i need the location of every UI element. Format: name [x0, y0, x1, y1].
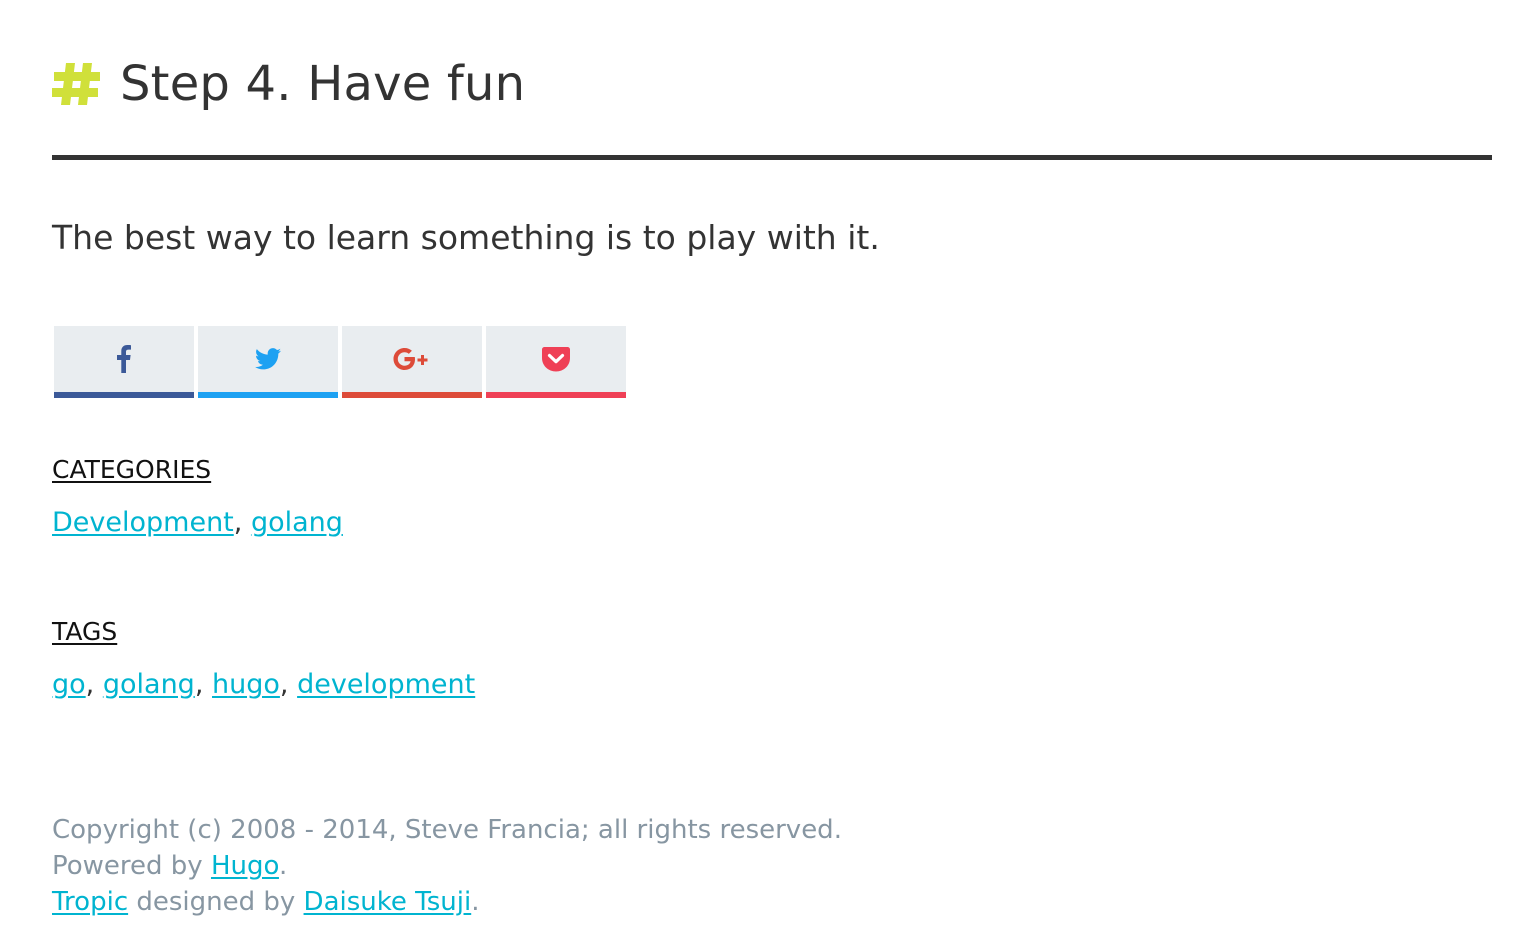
site-footer: Copyright (c) 2008 - 2014, Steve Francia…	[52, 812, 842, 920]
post-body-text: The best way to learn something is to pl…	[52, 218, 880, 257]
share-facebook-button[interactable]	[54, 326, 194, 398]
list-separator: ,	[194, 669, 204, 700]
category-link-development[interactable]: Development	[52, 507, 234, 538]
tag-link-golang[interactable]: golang	[103, 669, 195, 700]
share-buttons	[54, 326, 626, 398]
powered-by-text: Powered by	[52, 851, 211, 881]
list-separator: ,	[85, 669, 95, 700]
heading-divider	[52, 155, 1492, 160]
tropic-theme-link[interactable]: Tropic	[52, 887, 128, 917]
post-heading: Step 4. Have fun	[52, 52, 525, 116]
tag-link-hugo[interactable]: hugo	[212, 669, 280, 700]
page-title: Step 4. Have fun	[120, 56, 526, 112]
tag-link-development[interactable]: development	[297, 669, 475, 700]
facebook-icon	[117, 345, 131, 373]
list-separator: ,	[233, 507, 243, 538]
tags-heading: TAGS	[52, 617, 118, 646]
hugo-link[interactable]: Hugo	[211, 851, 279, 881]
share-pocket-button[interactable]	[486, 326, 626, 398]
tags-list: go, golang, hugo, development	[52, 669, 475, 700]
twitter-icon	[255, 348, 281, 370]
designer-link[interactable]: Daisuke Tsuji	[304, 887, 472, 917]
share-google-plus-button[interactable]	[342, 326, 482, 398]
hash-icon	[52, 59, 102, 109]
pocket-icon	[542, 346, 570, 372]
list-separator: ,	[279, 669, 289, 700]
categories-list: Development, golang	[52, 507, 343, 538]
share-twitter-button[interactable]	[198, 326, 338, 398]
category-link-golang[interactable]: golang	[251, 507, 343, 538]
tag-link-go[interactable]: go	[52, 669, 86, 700]
designed-by-text: designed by	[128, 887, 304, 917]
powered-by-line: Powered by Hugo.	[52, 848, 842, 884]
period: .	[278, 851, 288, 881]
copyright-text: Copyright (c) 2008 - 2014, Steve Francia…	[52, 815, 842, 845]
categories-heading: CATEGORIES	[52, 455, 212, 484]
google-plus-icon	[392, 346, 432, 372]
period: .	[471, 887, 480, 917]
theme-credit-line: Tropic designed by Daisuke Tsuji.	[52, 884, 842, 920]
